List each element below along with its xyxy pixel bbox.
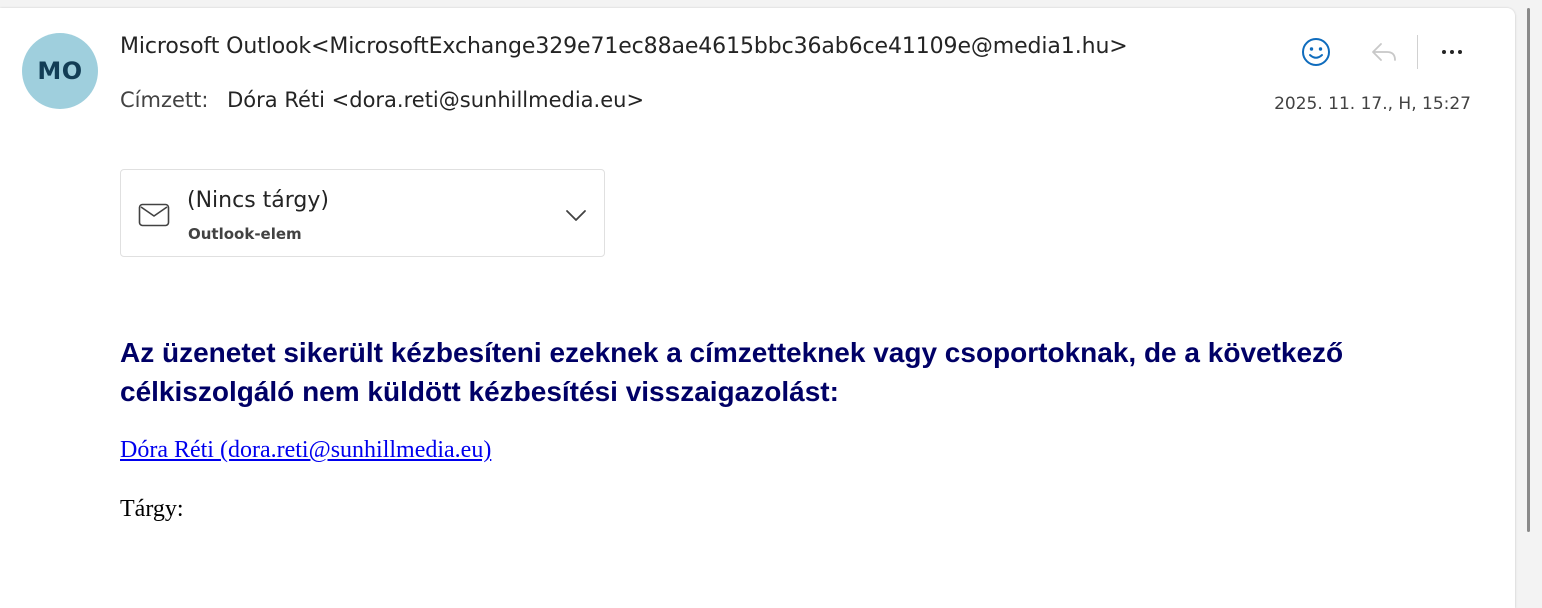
scrollbar[interactable]: [1527, 8, 1530, 532]
subject-label: Tárgy:: [120, 496, 184, 522]
avatar[interactable]: MO: [22, 33, 98, 109]
timestamp: 2025. 11. 17., H, 15:27: [1274, 94, 1471, 114]
attachment-card[interactable]: (Nincs tárgy) Outlook-elem: [120, 169, 605, 257]
react-button[interactable]: [1296, 32, 1336, 72]
to-label: Címzett:: [120, 88, 209, 112]
attachment-type: Outlook-elem: [188, 225, 302, 243]
reply-button[interactable]: [1364, 32, 1404, 72]
to-recipient[interactable]: Dóra Réti <dora.reti@sunhillmedia.eu>: [227, 88, 644, 112]
recipients-row: Címzett: Dóra Réti <dora.reti@sunhillmed…: [120, 88, 644, 112]
sender[interactable]: Microsoft Outlook<MicrosoftExchange329e7…: [120, 34, 1128, 59]
smiley-icon: [1302, 38, 1330, 66]
reply-icon: [1372, 43, 1396, 61]
message-actions: [1290, 32, 1480, 72]
avatar-initials: MO: [37, 57, 83, 85]
recipient-link[interactable]: Dóra Réti (dora.reti@sunhillmedia.eu): [120, 437, 491, 464]
more-icon: [1442, 50, 1462, 54]
chevron-down-icon[interactable]: [564, 203, 588, 227]
delivery-heading: Az üzenetet sikerült kézbesíteni ezeknek…: [120, 337, 1344, 407]
more-actions-button[interactable]: [1432, 32, 1472, 72]
actions-divider: [1417, 35, 1418, 69]
attachment-name: (Nincs tárgy): [187, 188, 329, 213]
envelope-icon: [138, 203, 170, 227]
